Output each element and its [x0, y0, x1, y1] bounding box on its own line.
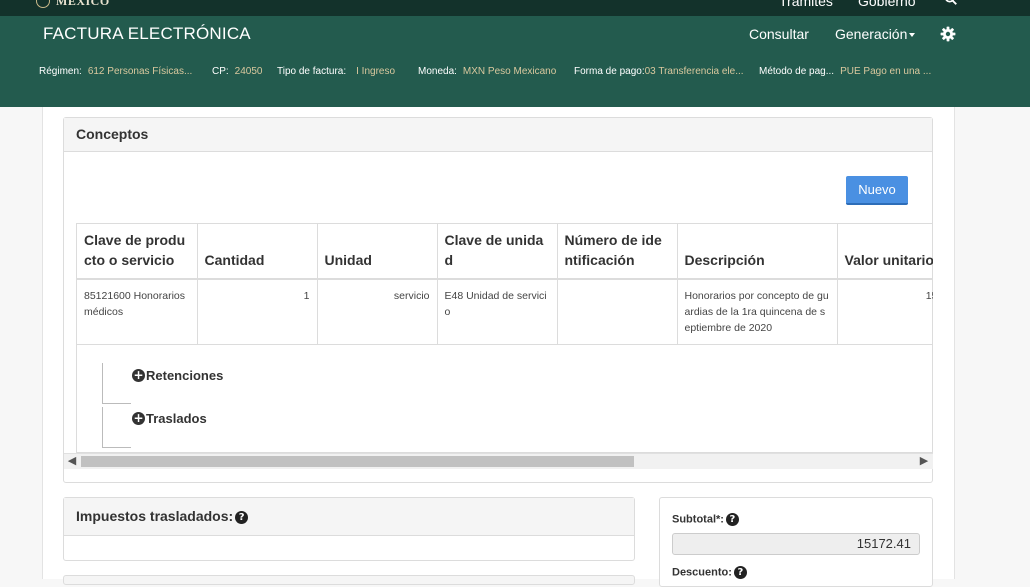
traslados-label: Traslados — [146, 411, 207, 426]
cell-clave-producto: 85121600 Honorarios médicos — [77, 279, 198, 345]
tree-line — [102, 407, 131, 448]
table-header-row: Clave de producto o servicio Cantidad Un… — [77, 224, 933, 280]
gob-link-gobierno[interactable]: Gobierno — [858, 0, 916, 9]
tree-line — [102, 363, 131, 404]
col-header-clave-producto[interactable]: Clave de producto o servicio — [77, 224, 198, 280]
info-tipo-factura: Tipo de factura: I Ingreso — [277, 66, 396, 77]
info-metodo-pago: Método de pag... PUE Pago en una ... — [759, 66, 932, 77]
cell-valor-unitario: 15172.41 — [837, 279, 933, 345]
impuestos-title: Impuestos trasladados: — [76, 508, 234, 524]
chevron-right-icon[interactable]: ▶ — [916, 454, 932, 469]
descuento-label: Descuento:? — [672, 566, 747, 579]
info-moneda: Moneda: MXN Peso Mexicano — [418, 66, 557, 77]
info-regimen: Régimen: 612 Personas Físicas... — [39, 66, 193, 77]
traslados-toggle[interactable]: + Traslados — [132, 411, 207, 426]
plus-circle-icon: + — [132, 368, 145, 382]
search-icon[interactable] — [944, 0, 958, 6]
cell-clave-unidad: E48 Unidad de servicio — [437, 279, 558, 345]
subtotal-label: Subtotal*:? — [672, 513, 739, 526]
col-header-clave-unidad[interactable]: Clave de unidad — [437, 224, 558, 280]
col-header-valor-unitario[interactable]: Valor unitario — [837, 224, 933, 280]
info-forma-pago: Forma de pago:03 Transferencia ele... — [574, 66, 744, 77]
conceptos-heading: Conceptos — [64, 118, 932, 152]
subtotal-input[interactable]: 15172.41 — [672, 533, 920, 555]
caret-down-icon — [909, 33, 916, 38]
gob-link-tramites[interactable]: Trámites — [779, 0, 833, 9]
table-row[interactable]: 85121600 Honorarios médicos 1 servicio E… — [77, 279, 933, 345]
app-header: FACTURA ELECTRÓNICA Consultar Generación… — [0, 16, 1030, 107]
cell-cantidad: 1 — [197, 279, 318, 345]
chevron-left-icon[interactable]: ◀ — [64, 454, 80, 469]
gob-seal-icon — [36, 0, 50, 8]
gob-logo-text: MÉXICO — [56, 0, 110, 8]
impuestos-trasladados-panel: Impuestos trasladados:? — [63, 497, 635, 561]
nav-consultar[interactable]: Consultar — [749, 26, 809, 42]
gear-icon[interactable] — [940, 26, 956, 42]
retenciones-toggle[interactable]: + Retenciones — [132, 368, 223, 383]
col-header-descripcion[interactable]: Descripción — [677, 224, 838, 280]
impuestos-heading: Impuestos trasladados:? — [64, 498, 634, 536]
scrollbar-thumb[interactable] — [81, 456, 634, 467]
question-icon[interactable]: ? — [733, 566, 747, 579]
app-title: FACTURA ELECTRÓNICA — [43, 24, 251, 43]
col-header-unidad[interactable]: Unidad — [317, 224, 438, 280]
retenciones-label: Retenciones — [146, 368, 224, 383]
next-panel-edge — [63, 575, 635, 585]
table-horizontal-scrollbar[interactable]: ◀ ▶ — [64, 453, 933, 469]
gob-top-bar: MÉXICO Trámites Gobierno — [0, 0, 1030, 16]
question-icon[interactable]: ? — [725, 513, 739, 526]
question-icon[interactable]: ? — [235, 510, 249, 524]
col-header-numero-id[interactable]: Número de identificación — [557, 224, 678, 280]
nuevo-button[interactable]: Nuevo — [846, 176, 908, 205]
conceptos-table: Clave de producto o servicio Cantidad Un… — [77, 224, 933, 345]
nav-generacion-label: Generación — [835, 26, 908, 42]
info-cp: CP: 24050 — [212, 66, 263, 77]
gob-logo[interactable]: MÉXICO — [36, 0, 110, 8]
col-header-cantidad[interactable]: Cantidad — [197, 224, 318, 280]
cell-numero-id — [557, 279, 678, 345]
nav-generacion-dropdown[interactable]: Generación — [835, 26, 916, 42]
cell-unidad: servicio — [317, 279, 438, 345]
plus-circle-icon: + — [132, 411, 145, 425]
cell-descripcion: Honorarios por concepto de guardias de l… — [677, 279, 838, 345]
